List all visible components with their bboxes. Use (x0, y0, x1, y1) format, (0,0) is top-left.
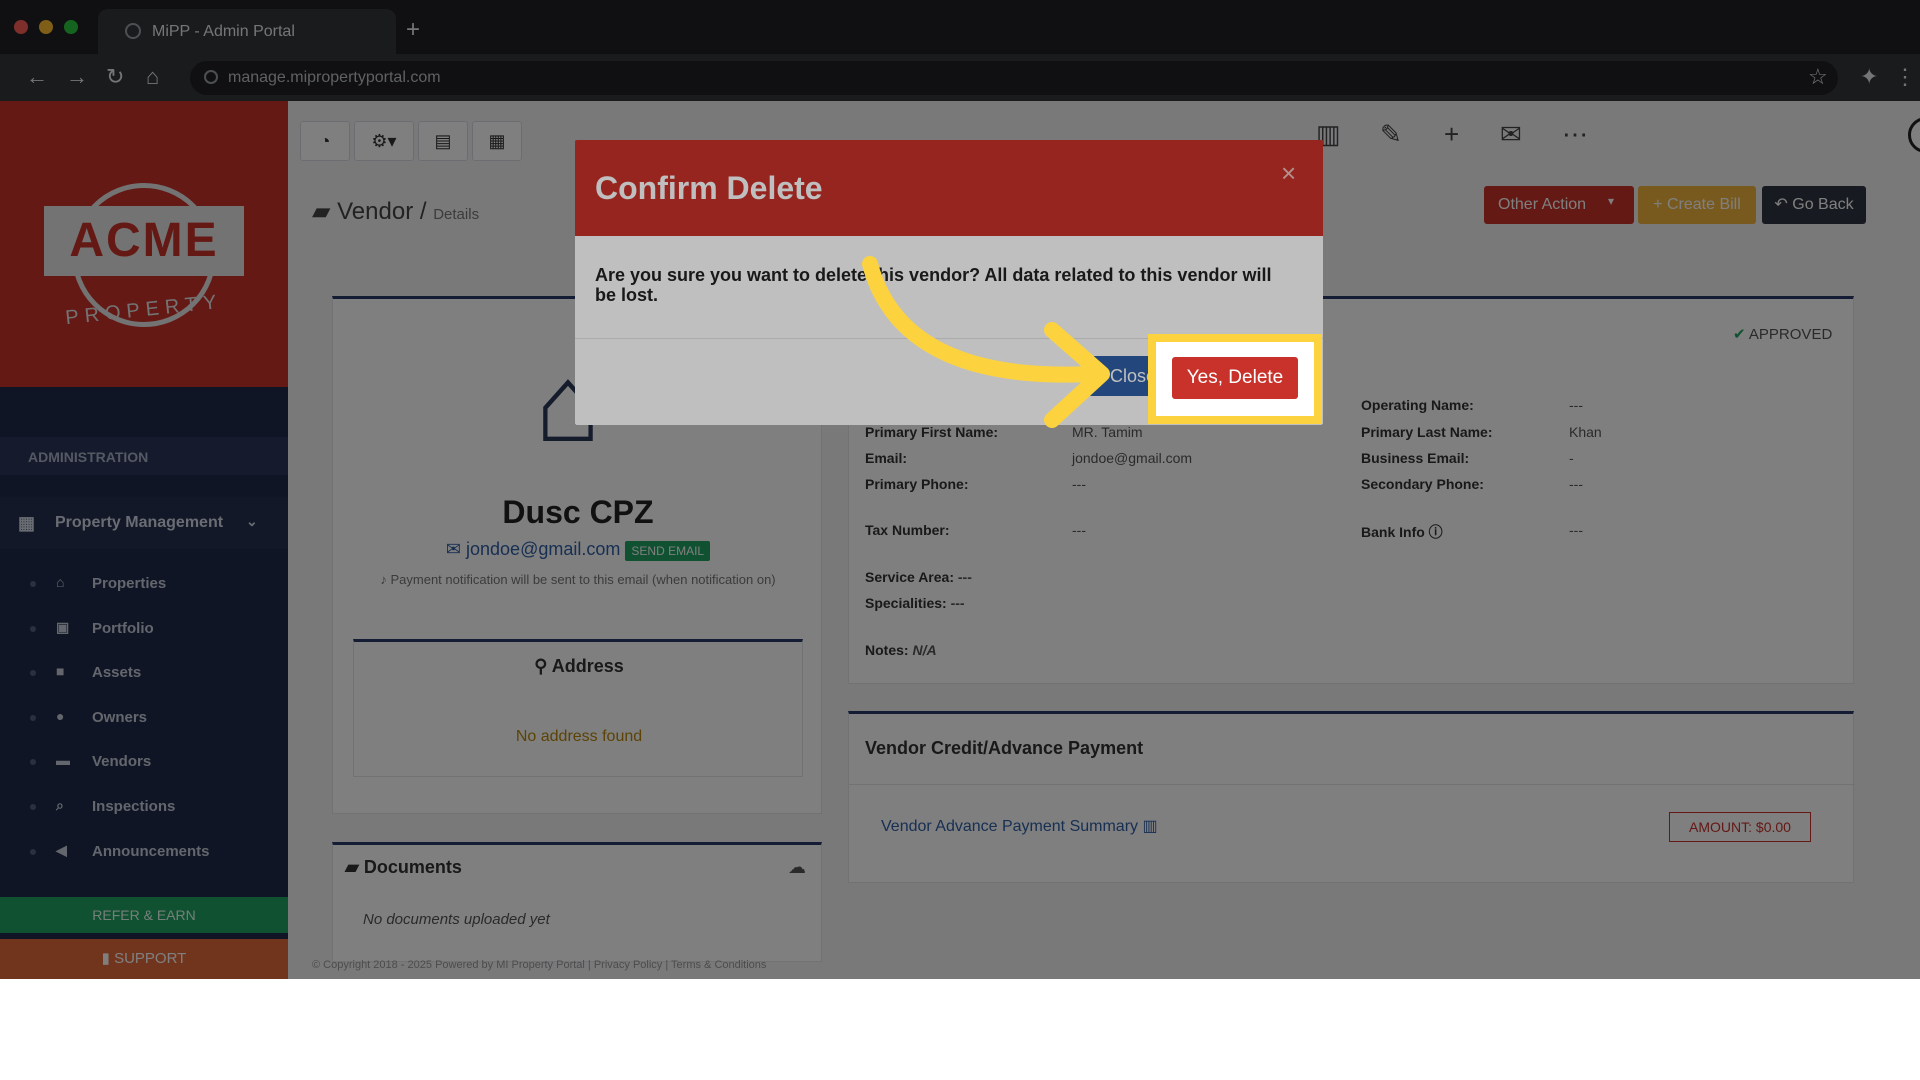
modal-close-icon[interactable]: × (1281, 158, 1296, 189)
modal-title: Confirm Delete (595, 170, 823, 206)
tutorial-arrow-icon (862, 256, 1110, 428)
yes-delete-button[interactable]: Yes, Delete (1172, 357, 1298, 399)
